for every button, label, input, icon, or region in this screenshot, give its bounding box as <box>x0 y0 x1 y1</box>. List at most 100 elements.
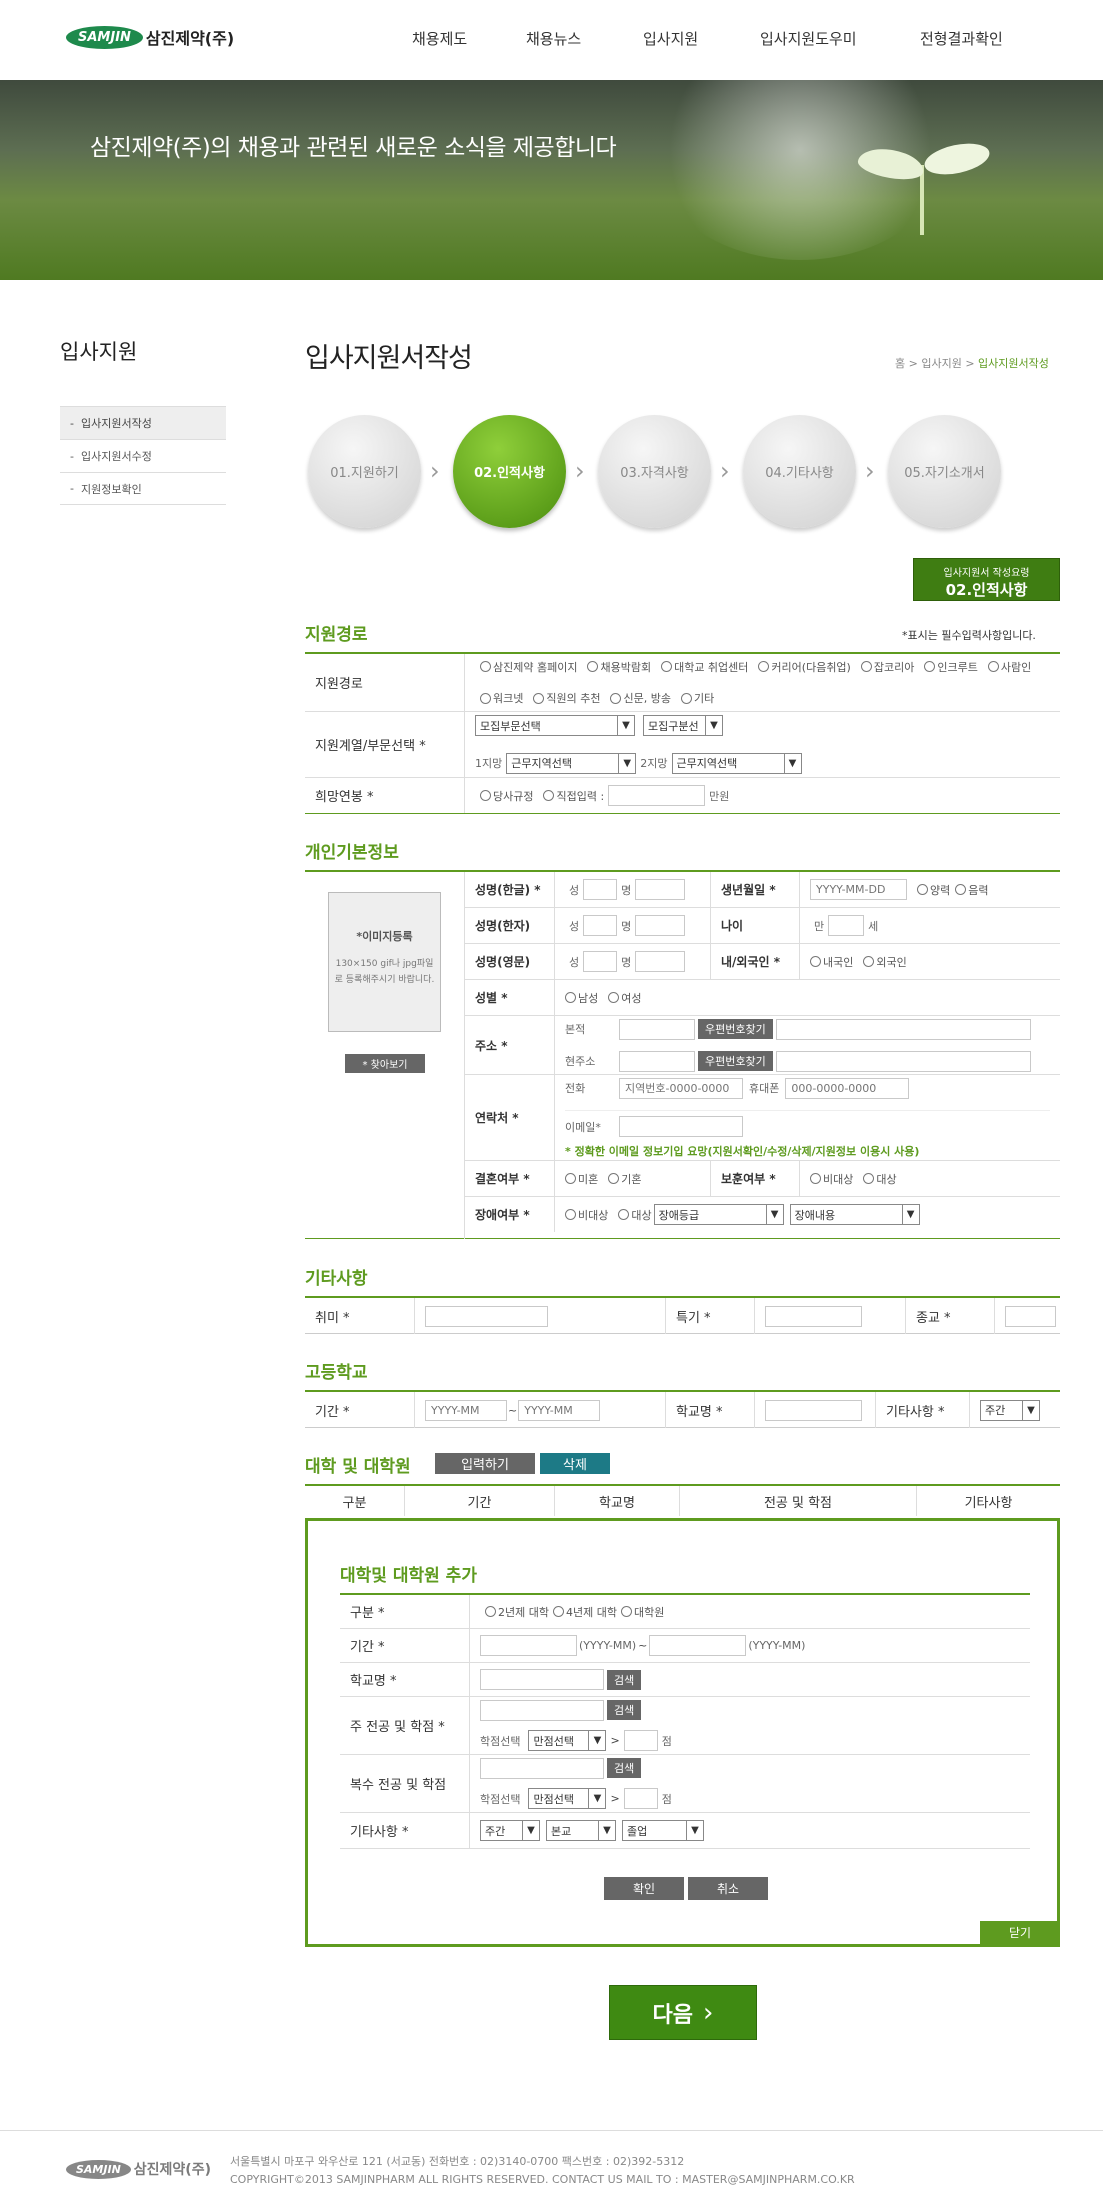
guide-button[interactable]: 입사지원서 작성요령 02.인적사항 <box>913 558 1060 601</box>
univ-type-grad[interactable]: 대학원 <box>620 1604 664 1620</box>
name-en-label: 성명(영문) <box>465 944 555 979</box>
univ-type-4year[interactable]: 4년제 대학 <box>552 1604 617 1620</box>
salary-option-direct[interactable]: 직접입력 : <box>543 788 604 804</box>
email-input[interactable] <box>619 1116 743 1138</box>
header: SAMJIN 삼진제약(주) 채용제도 채용뉴스 입사지원 입사지원도우미 전형… <box>0 0 1103 80</box>
veteran-no[interactable]: 비대상 <box>810 1171 853 1187</box>
hs-period-start[interactable] <box>425 1399 507 1421</box>
nation-foreign[interactable]: 외국인 <box>863 954 907 970</box>
univ-period-end[interactable] <box>649 1635 747 1656</box>
age-input[interactable] <box>828 915 865 936</box>
addr1-input[interactable] <box>775 1018 1031 1040</box>
religion-input[interactable] <box>1005 1305 1056 1327</box>
marriage-married[interactable]: 기혼 <box>608 1171 642 1187</box>
birth-solar[interactable]: 양력 <box>917 882 950 898</box>
gender-male[interactable]: 남성 <box>565 990 598 1006</box>
name-kr-surname[interactable] <box>583 879 618 900</box>
name-hanja-given[interactable] <box>635 915 686 936</box>
route-option[interactable]: 워크넷 <box>480 690 523 706</box>
veteran-yes[interactable]: 대상 <box>863 1171 897 1187</box>
addr1-zip-button[interactable]: 우편번호찾기 <box>698 1019 773 1039</box>
univ-period-start[interactable] <box>480 1635 577 1656</box>
disability-yes[interactable]: 대상 <box>618 1207 652 1223</box>
route-option[interactable]: 직원의 추천 <box>533 690 600 706</box>
univ-cancel-button[interactable]: 취소 <box>688 1877 768 1900</box>
disability-grade-select[interactable]: 장애등급 ▼ <box>653 1204 784 1225</box>
univ-double-input[interactable] <box>480 1757 604 1779</box>
route-option[interactable]: 인크루트 <box>924 659 978 675</box>
univ-school-input[interactable] <box>480 1669 604 1690</box>
univ-major-search-button[interactable]: 검색 <box>607 1700 642 1721</box>
addr1-zip[interactable] <box>619 1018 695 1040</box>
univ-etc-select-daytime[interactable]: 주간 ▼ <box>480 1820 540 1841</box>
univ-double-grade-input[interactable] <box>623 1788 658 1810</box>
dept-type-select[interactable]: 모집구분선 ▼ <box>643 715 723 737</box>
hs-etc-select[interactable]: 주간 ▼ <box>980 1399 1040 1421</box>
univ-period-hint: (YYYY-MM) <box>748 1639 806 1652</box>
sidebar-item-check[interactable]: - 지원정보확인 <box>60 472 226 505</box>
route-option[interactable]: 신문, 방송 <box>610 690 671 706</box>
addr2-zip-button[interactable]: 우편번호찾기 <box>698 1051 773 1071</box>
name-en-given[interactable] <box>635 951 686 972</box>
breadcrumb-apply[interactable]: 입사지원 <box>921 357 961 370</box>
hobby-input[interactable] <box>425 1305 548 1327</box>
nav-item-result[interactable]: 전형결과확인 <box>920 28 1003 49</box>
route-option[interactable]: 채용박람회 <box>587 659 651 675</box>
nation-domestic[interactable]: 내국인 <box>810 954 853 970</box>
univ-major-input[interactable] <box>480 1699 604 1721</box>
disability-no[interactable]: 비대상 <box>565 1207 608 1223</box>
sidebar-item-write[interactable]: - 입사지원서작성 <box>60 406 226 439</box>
salary-input[interactable] <box>608 785 706 806</box>
univ-double-search-button[interactable]: 검색 <box>607 1758 642 1779</box>
univ-major-grade-select[interactable]: 만점선택 ▼ <box>528 1730 607 1752</box>
dept-select[interactable]: 모집부문선택 ▼ <box>475 715 635 737</box>
name-hanja-surname[interactable] <box>583 915 618 936</box>
nav-item-apply[interactable]: 입사지원 <box>643 28 698 49</box>
univ-input-button[interactable]: 입력하기 <box>435 1453 535 1474</box>
univ-double-grade-select[interactable]: 만점선택 ▼ <box>528 1788 607 1810</box>
route-option[interactable]: 커리어(다음취업) <box>758 659 851 675</box>
route-option[interactable]: 기타 <box>680 690 714 706</box>
univ-etc-select-status[interactable]: 졸업 ▼ <box>622 1820 704 1841</box>
disability-detail-select[interactable]: 장애내용 ▼ <box>789 1204 920 1225</box>
univ-col-period: 기간 <box>405 1486 555 1516</box>
univ-delete-button[interactable]: 삭제 <box>540 1453 610 1474</box>
univ-etc-select-campus[interactable]: 본교 ▼ <box>546 1820 616 1841</box>
name-kr-given[interactable] <box>635 879 686 900</box>
route-option[interactable]: 삼진제약 홈페이지 <box>480 659 577 675</box>
gender-female[interactable]: 여성 <box>608 990 642 1006</box>
univ-col-etc: 기타사항 <box>964 1495 1013 1511</box>
univ-major-grade-input[interactable] <box>623 1730 658 1752</box>
addr2-zip[interactable] <box>619 1050 695 1072</box>
nav-item-apply-helper[interactable]: 입사지원도우미 <box>760 28 857 49</box>
hs-period-end[interactable] <box>518 1399 601 1421</box>
univ-type-2year[interactable]: 2년제 대학 <box>485 1604 549 1620</box>
addr2-input[interactable] <box>775 1050 1031 1072</box>
sidebar-item-edit[interactable]: - 입사지원서수정 <box>60 439 226 472</box>
route-option[interactable]: 대학교 취업센터 <box>661 659 748 675</box>
route-option[interactable]: 사람인 <box>987 659 1031 675</box>
next-button[interactable]: 다음 › <box>609 1985 757 2040</box>
photo-browse-button[interactable]: * 찾아보기 <box>345 1054 425 1073</box>
route-option[interactable]: 잡코리아 <box>860 659 914 675</box>
salary-option-company[interactable]: 당사규정 <box>480 788 533 804</box>
birth-lunar[interactable]: 음력 <box>955 882 989 898</box>
univ-ok-button[interactable]: 확인 <box>604 1877 684 1900</box>
pref1-select[interactable]: 근무지역선택 ▼ <box>506 752 637 774</box>
breadcrumb-home[interactable]: 홈 <box>895 357 905 370</box>
skill-input[interactable] <box>765 1305 862 1327</box>
univ-school-search-button[interactable]: 검색 <box>607 1669 642 1690</box>
birth-input[interactable] <box>810 879 907 900</box>
logo[interactable]: SAMJIN 삼진제약(주) <box>66 25 234 49</box>
univ-close-button[interactable]: 닫기 <box>980 1921 1060 1944</box>
hs-school-input[interactable] <box>765 1399 862 1421</box>
pref2-select[interactable]: 근무지역선택 ▼ <box>671 752 802 774</box>
nav-item-recruit-system[interactable]: 채용제도 <box>412 28 467 49</box>
mobile-input[interactable] <box>785 1077 910 1099</box>
name-en-surname[interactable] <box>583 951 618 972</box>
phone-input[interactable] <box>619 1077 743 1099</box>
hobby-label: 취미 * <box>305 1298 415 1334</box>
hs-tilde: ~ <box>508 1403 518 1417</box>
nav-item-recruit-news[interactable]: 채용뉴스 <box>526 28 581 49</box>
marriage-single[interactable]: 미혼 <box>565 1171 598 1187</box>
